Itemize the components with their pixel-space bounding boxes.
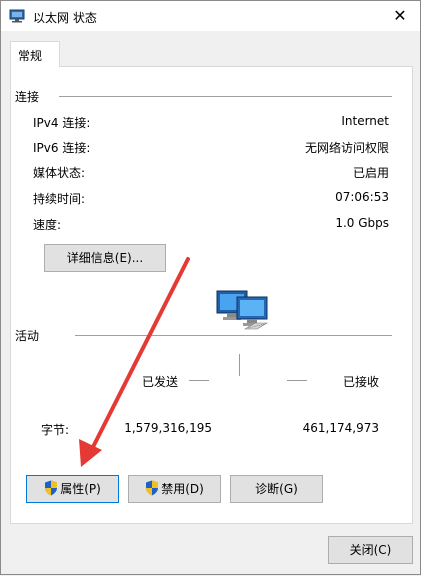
connection-divider — [59, 96, 392, 97]
window-title: 以太网 状态 — [33, 11, 97, 25]
activity-section-title: 活动 — [15, 329, 40, 343]
received-connector — [287, 380, 307, 381]
bytes-received-value: 461,174,973 — [302, 421, 379, 435]
disable-button[interactable]: 禁用(D) — [128, 475, 221, 503]
bytes-separator — [239, 354, 240, 376]
received-label: 已接收 — [343, 375, 380, 389]
bytes-label: 字节: — [41, 423, 70, 437]
activity-divider — [75, 335, 392, 336]
close-icon[interactable]: ✕ — [386, 3, 414, 29]
properties-button-label: 属性(P) — [60, 482, 101, 496]
network-computers-icon — [216, 290, 269, 330]
connection-section-title: 连接 — [15, 90, 40, 104]
details-button[interactable]: 详细信息(E)... — [44, 244, 166, 272]
tab-general-label: 常规 — [18, 49, 43, 63]
uac-shield-icon — [146, 480, 159, 496]
general-panel — [10, 66, 413, 524]
network-adapter-icon — [9, 9, 25, 23]
ipv6-value: 无网络访问权限 — [304, 141, 389, 155]
diagnose-button[interactable]: 诊断(G) — [230, 475, 323, 503]
title-bar: 以太网 状态 ✕ — [1, 1, 420, 31]
sent-label: 已发送 — [142, 375, 179, 389]
media-state-label: 媒体状态: — [33, 166, 86, 180]
media-state-value: 已启用 — [352, 166, 389, 180]
ipv4-value: Internet — [341, 114, 389, 128]
close-button[interactable]: 关闭(C) — [328, 536, 413, 564]
speed-value: 1.0 Gbps — [335, 216, 389, 230]
sent-connector — [189, 380, 209, 381]
tab-general[interactable]: 常规 — [10, 41, 60, 67]
ipv6-label: IPv6 连接: — [33, 141, 91, 155]
bytes-sent-value: 1,579,316,195 — [124, 421, 212, 435]
ipv4-label: IPv4 连接: — [33, 116, 91, 130]
speed-label: 速度: — [33, 218, 62, 232]
properties-button[interactable]: 属性(P) — [26, 475, 119, 503]
duration-label: 持续时间: — [33, 192, 86, 206]
disable-button-label: 禁用(D) — [161, 482, 204, 496]
duration-value: 07:06:53 — [335, 190, 389, 204]
uac-shield-icon — [45, 480, 58, 496]
ethernet-status-window: 以太网 状态 ✕ 常规 连接 IPv4 连接: Internet IPv6 连接… — [0, 0, 421, 575]
